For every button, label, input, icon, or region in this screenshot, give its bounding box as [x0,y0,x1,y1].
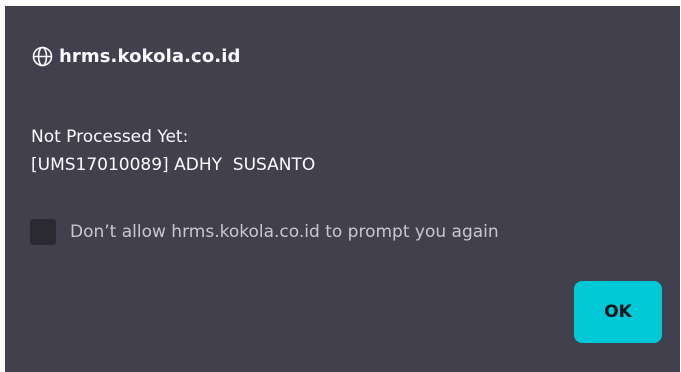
ok-button[interactable]: OK [574,281,662,343]
alert-dialog: hrms.kokola.co.id Not Processed Yet: [UM… [5,6,680,372]
prompt-suppress-checkbox[interactable] [30,219,56,245]
dialog-header: hrms.kokola.co.id [32,46,241,67]
message-line-1: Not Processed Yet: [31,127,189,147]
prompt-suppress-label[interactable]: Don’t allow hrms.kokola.co.id to prompt … [70,222,499,242]
dialog-domain-title: hrms.kokola.co.id [59,46,241,67]
dialog-message: Not Processed Yet: [UMS17010089] ADHY SU… [31,123,315,179]
globe-icon [32,46,53,67]
prompt-suppress-option[interactable]: Don’t allow hrms.kokola.co.id to prompt … [30,219,499,245]
message-line-2: [UMS17010089] ADHY SUSANTO [31,155,316,175]
